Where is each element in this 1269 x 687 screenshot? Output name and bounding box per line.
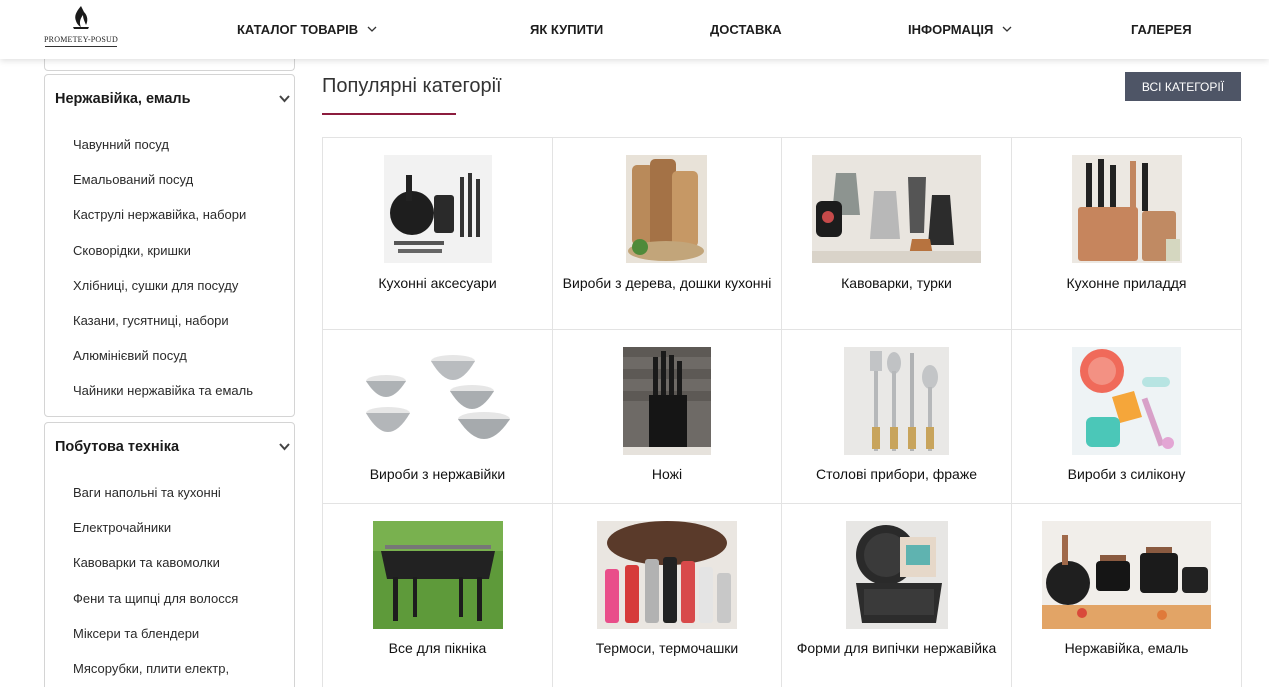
category-card[interactable]: Вироби з нержавійки (323, 330, 553, 504)
nav-info-label: ІНФОРМАЦІЯ (908, 21, 994, 37)
sidebar-group-stainless: Нержавійка, емаль Чавунний посуд Емальов… (44, 74, 295, 417)
nav-catalog-label: КАТАЛОГ ТОВАРІВ (237, 21, 359, 37)
cookware-set-image (1042, 521, 1211, 629)
sidebar-item[interactable]: Кавоварки та кавомолки (73, 541, 294, 576)
sidebar-item[interactable]: Сковорідки, кришки (73, 229, 294, 264)
kitchen-accessories-image (384, 155, 492, 263)
chevron-down-icon (279, 443, 290, 451)
nav-how-to-buy-label: ЯК КУПИТИ (530, 21, 604, 37)
wooden-boards-image (626, 155, 707, 263)
sidebar-item[interactable]: Хлібниці, сушки для посуду (73, 264, 294, 299)
flame-logo-icon (73, 6, 89, 29)
sidebar-item[interactable]: Емальований посуд (73, 158, 294, 193)
category-label: Форми для випічки нержавійка (796, 640, 997, 656)
knives-image (623, 347, 711, 455)
category-label: Нержавійка, емаль (1064, 640, 1189, 656)
stainless-bowls-image (360, 347, 516, 455)
sidebar-group-header[interactable]: Побутова техніка (45, 423, 294, 471)
nav-catalog[interactable]: КАТАЛОГ ТОВАРІВ (237, 20, 378, 38)
category-label: Термоси, термочашки (595, 640, 739, 656)
chevron-down-icon (1002, 26, 1012, 32)
thermos-image (597, 521, 737, 629)
kitchen-utensils-image (1072, 155, 1182, 263)
all-categories-button[interactable]: ВСІ КАТЕГОРІЇ (1125, 72, 1241, 101)
sidebar-group-appliances: Побутова техніка Ваги напольні та кухонн… (44, 422, 295, 687)
nav-delivery[interactable]: ДОСТАВКА (710, 20, 782, 38)
silicone-image (1072, 347, 1181, 455)
category-card[interactable]: Нержавійка, емаль (1012, 504, 1242, 687)
category-label: Ножі (651, 466, 683, 482)
chevron-down-icon (367, 26, 377, 32)
title-underline (322, 113, 456, 115)
category-card[interactable]: Форми для випічки нержавійка (782, 504, 1012, 687)
sidebar-item[interactable]: Чавунний посуд (73, 123, 294, 158)
sidebar-item[interactable]: Ваги напольні та кухонні (73, 471, 294, 506)
category-card[interactable]: Термоси, термочашки (553, 504, 782, 687)
category-card[interactable]: Кухонне приладдя (1012, 138, 1242, 330)
logo-text: PROMETEY-POSUD (44, 35, 118, 44)
category-label: Вироби з дерева, дошки кухонні (562, 275, 772, 291)
category-card[interactable]: Вироби з дерева, дошки кухонні (553, 138, 782, 330)
category-card[interactable]: Вироби з силікону (1012, 330, 1242, 504)
category-label: Кухонні аксесуари (378, 275, 497, 291)
category-label: Все для пікніка (388, 640, 487, 656)
nav-gallery[interactable]: ГАЛЕРЕЯ (1131, 20, 1192, 38)
category-grid: Кухонні аксесуари Вироби з дерева, дошки… (322, 137, 1242, 687)
category-label: Кухонне приладдя (1066, 275, 1187, 291)
sidebar-item[interactable]: Фени та щипці для волосся (73, 577, 294, 612)
site-logo[interactable]: PROMETEY-POSUD (42, 5, 120, 53)
nav-how-to-buy[interactable]: ЯК КУПИТИ (530, 20, 603, 38)
sidebar-item[interactable]: Чайники нержавійка та емаль (73, 369, 294, 404)
nav-info[interactable]: ІНФОРМАЦІЯ (908, 20, 1013, 38)
sidebar-item[interactable]: Електрочайники (73, 506, 294, 541)
baking-forms-image (846, 521, 948, 629)
sidebar-prev-box (44, 59, 295, 71)
category-label: Вироби з силікону (1067, 466, 1186, 482)
category-label: Кавоварки, турки (841, 275, 952, 291)
grill-image (373, 521, 503, 629)
nav-gallery-label: ГАЛЕРЕЯ (1131, 21, 1192, 37)
logo-divider (45, 46, 117, 47)
sidebar-item[interactable]: Міксери та блендери (73, 612, 294, 647)
coffee-makers-image (812, 155, 981, 263)
page-title: Популярні категорії (322, 75, 502, 97)
chevron-down-icon (279, 95, 290, 103)
sidebar-item[interactable]: Казани, гусятниці, набори (73, 299, 294, 334)
category-sidebar: Нержавійка, емаль Чавунний посуд Емальов… (44, 59, 295, 687)
category-card[interactable]: Кухонні аксесуари (323, 138, 553, 330)
category-card[interactable]: Все для пікніка (323, 504, 553, 687)
category-card[interactable]: Столові прибори, фраже (782, 330, 1012, 504)
category-label: Столові прибори, фраже (815, 466, 977, 482)
site-header: PROMETEY-POSUD КАТАЛОГ ТОВАРІВ ЯК КУПИТИ… (0, 0, 1269, 59)
sidebar-item[interactable]: Алюмінієвий посуд (73, 334, 294, 369)
category-label: Вироби з нержавійки (369, 466, 506, 482)
sidebar-item[interactable]: Мясорубки, плити електр, (73, 647, 294, 682)
cutlery-image (844, 347, 949, 455)
sidebar-item[interactable]: Каструлі нержавійка, набори (73, 193, 294, 228)
category-card[interactable]: Кавоварки, турки (782, 138, 1012, 330)
sidebar-group-header[interactable]: Нержавійка, емаль (45, 75, 294, 123)
nav-delivery-label: ДОСТАВКА (710, 21, 782, 37)
category-card[interactable]: Ножі (553, 330, 782, 504)
sidebar-group-title: Побутова техніка (55, 439, 180, 455)
sidebar-group-title: Нержавійка, емаль (55, 91, 191, 107)
